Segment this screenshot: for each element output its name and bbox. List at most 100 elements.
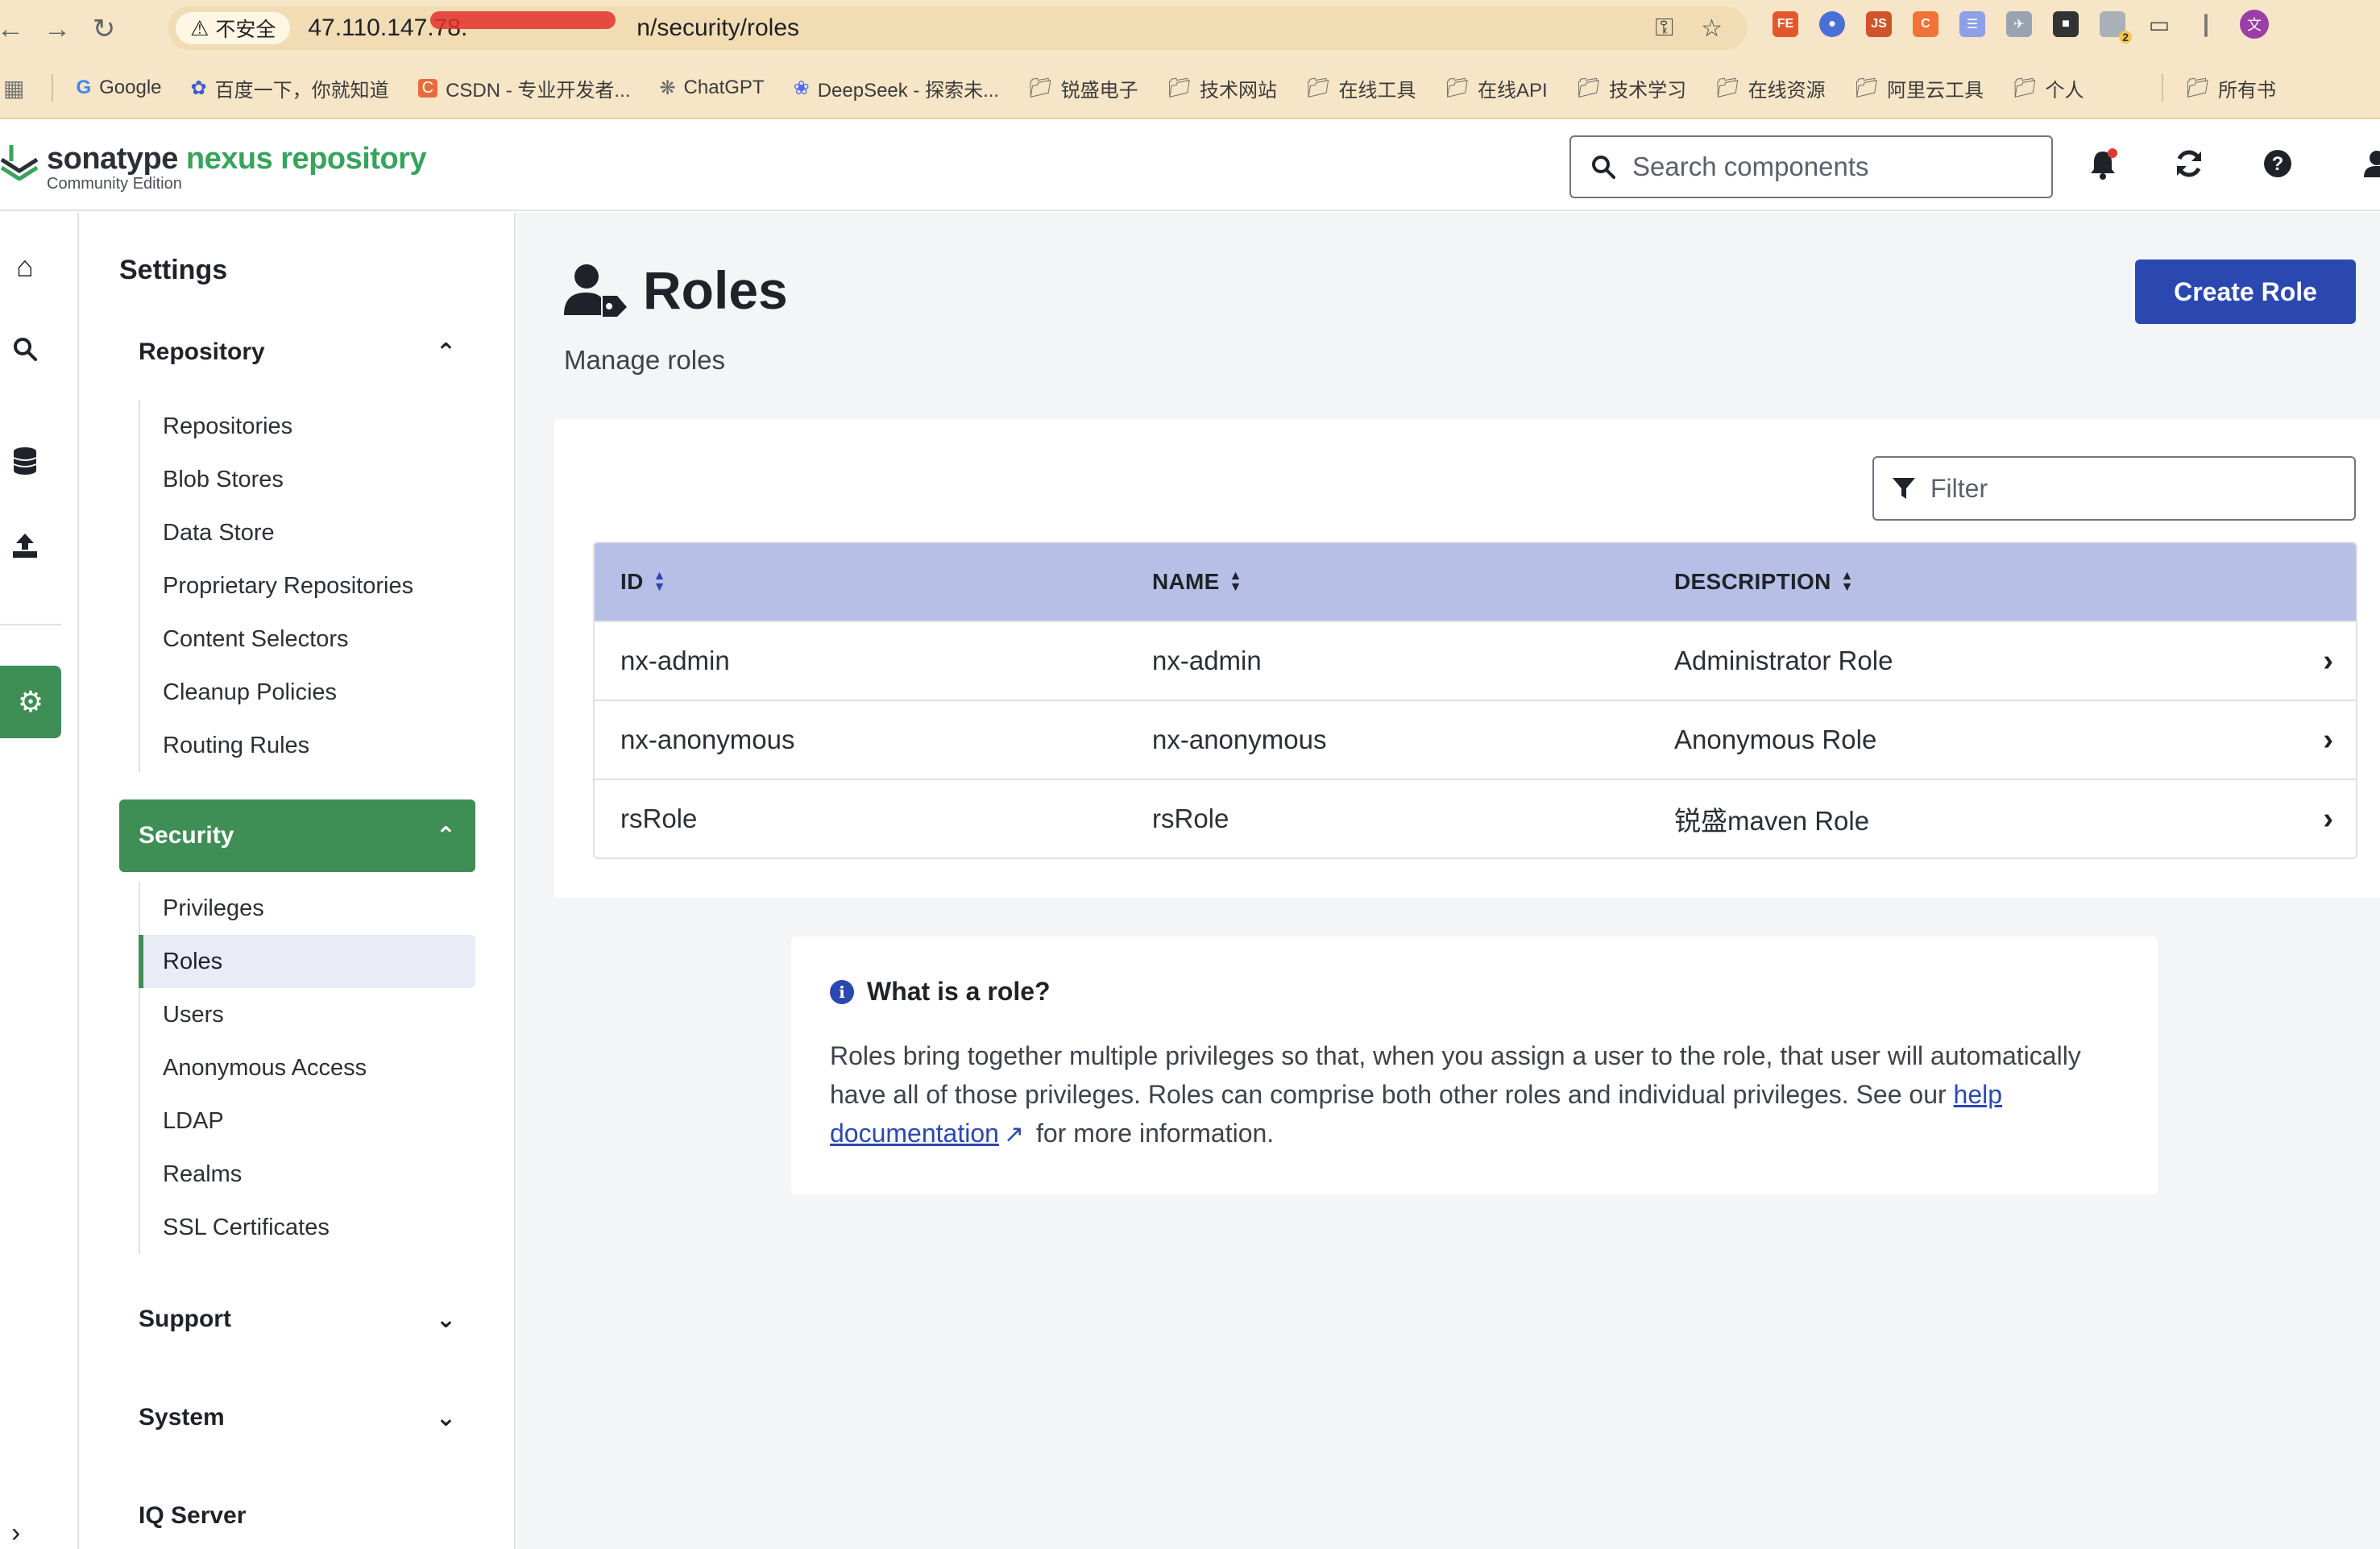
bookmark-label: Google [99,77,162,98]
bookmark-chatgpt[interactable]: ❋ ChatGPT [659,77,764,100]
chevron-up-icon: ⌃ [435,338,456,366]
create-role-button[interactable]: Create Role [2135,260,2356,324]
sidebar-item-data-store[interactable]: Data Store [140,506,477,559]
bookmark-csdn[interactable]: C CSDN - 专业开发者... [417,74,630,102]
sidebar-item-users[interactable]: Users [140,988,477,1041]
support-group-label: Support [139,1306,231,1332]
chevron-right-icon[interactable]: › [2323,644,2333,679]
home-icon[interactable]: ⌂ [0,250,50,284]
column-label: ID [620,569,644,594]
js-extension-icon[interactable]: JS [1866,11,1892,37]
table-row[interactable]: rsRole rsRole 锐盛maven Role › [595,779,2356,858]
sidebar-item-ldap[interactable]: LDAP [140,1094,477,1148]
folder-icon: 📁︎ [2013,77,2038,99]
cell-id: rsRole [620,804,698,833]
address-bar-actions: ⚿ ☆ [1655,6,1723,50]
expand-rail-icon[interactable]: › [11,1518,20,1549]
bookmark-folder[interactable]: 📁︎ 个人 [2013,74,2084,102]
google-icon: G [76,77,92,98]
settings-gear-icon[interactable]: ⚙ [0,666,61,738]
security-chip-label: 不安全 [215,19,276,41]
apps-grid-icon[interactable]: ▦ [3,75,24,102]
bookmark-folder[interactable]: 📁︎ 阿里云工具 [1855,74,1984,102]
notifications-bell-icon[interactable] [2088,148,2117,189]
fe-extension-icon[interactable]: FE [1773,11,1798,37]
chevron-right-icon[interactable]: › [2323,723,2333,758]
csdn-icon: C [417,78,438,98]
robot-extension-icon[interactable]: ■ [2053,11,2079,37]
key-icon[interactable]: ⚿ [1655,15,1673,42]
sidebar-item-realms[interactable]: Realms [140,1148,477,1201]
reload-icon: ↻ [92,14,116,44]
sidebar-item-blob-stores[interactable]: Blob Stores [140,453,477,506]
bookmark-google[interactable]: G Google [76,77,161,99]
address-bar[interactable]: ⚠ 不安全 47.110.147.78. n/security/roles ⚿ ☆ [168,6,1747,50]
upload-icon[interactable] [0,532,50,567]
sidebar-item-proprietary-repositories[interactable]: Proprietary Repositories [140,559,477,613]
column-label: DESCRIPTION [1674,569,1831,594]
url-tail: n/security/roles [636,15,800,41]
back-button[interactable]: ← [0,5,34,53]
search-components-input[interactable]: Search components [1569,135,2053,198]
sidebar-item-repositories[interactable]: Repositories [140,400,477,453]
sidebar-item-anonymous-access[interactable]: Anonymous Access [140,1041,477,1094]
profile-avatar[interactable]: 文 [2240,10,2269,39]
rail-divider [0,624,61,625]
info-body-tail: for more information. [1029,1119,1275,1148]
puzzle-icon[interactable]: ▭ [2146,11,2172,37]
profile-initial: 文 [2247,17,2262,33]
plane-extension-icon[interactable]: ✈ [2006,11,2032,37]
security-group-toggle[interactable]: Security ⌃ [119,799,475,872]
bookmark-label: 阿里云工具 [1887,79,1984,102]
sidebar-item-roles[interactable]: Roles [139,935,475,988]
bookmark-label: 所有书 [2218,79,2277,102]
layers-extension-icon[interactable]: ☰ [1959,11,1985,37]
table-row[interactable]: nx-admin nx-admin Administrator Role › [595,621,2356,700]
sidebar-item-cleanup-policies[interactable]: Cleanup Policies [140,666,477,719]
bookmark-folder[interactable]: 📁︎ 在线资源 [1715,74,1825,102]
refresh-icon[interactable] [2174,148,2204,187]
bookmark-deepseek[interactable]: ❀ DeepSeek - 探索未... [794,74,1000,102]
settings-sidebar: Settings Repository ⌃ Repositories Blob … [81,213,516,1549]
browse-search-icon[interactable] [0,335,50,369]
globe-extension-icon[interactable]: ● [1819,11,1845,37]
sidebar-item-routing-rules[interactable]: Routing Rules [140,719,477,772]
help-icon[interactable]: ? [2262,148,2293,187]
iq-server-item[interactable]: IQ Server [119,1480,475,1549]
badge-extension-icon[interactable]: 2 [2100,11,2132,44]
c-extension-icon[interactable]: C [1913,11,1938,37]
bookmark-folder[interactable]: 📁︎ 在线工具 [1306,74,1416,102]
table-row[interactable]: nx-anonymous nx-anonymous Anonymous Role… [595,700,2356,779]
cell-name: rsRole [1152,804,1229,833]
bookmark-folder[interactable]: 📁︎ 在线API [1445,74,1548,102]
user-icon[interactable] [2361,148,2380,187]
star-icon[interactable]: ☆ [1701,15,1723,43]
bookmark-label: 在线API [1477,79,1548,102]
folder-icon: 📁︎ [1576,77,1602,99]
support-group-toggle[interactable]: Support ⌄ [119,1283,475,1356]
roles-user-tag-icon [564,264,627,317]
chevron-right-icon[interactable]: › [2323,802,2333,837]
sonatype-logo[interactable]: sonatype nexus repository Community Edit… [0,142,427,193]
bookmark-baidu[interactable]: ✿ 百度一下，你就知道 [191,74,389,102]
sidebar-item-ssl-certificates[interactable]: SSL Certificates [140,1201,477,1254]
bookmark-all[interactable]: 📁︎ 所有书 [2186,74,2276,102]
reload-button[interactable]: ↻ [81,5,127,53]
redaction-mark [430,11,616,29]
sidebar-item-content-selectors[interactable]: Content Selectors [140,613,477,666]
system-group-toggle[interactable]: System ⌄ [119,1381,475,1454]
chevron-down-icon: ⌄ [435,1404,456,1431]
repository-group-toggle[interactable]: Repository ⌃ [119,316,475,388]
sidebar-item-privileges[interactable]: Privileges [140,882,477,935]
folder-icon: 📁︎ [1445,77,1470,99]
filter-input[interactable]: Filter [1872,456,2356,521]
security-chip[interactable]: ⚠ 不安全 [176,12,291,44]
bookmark-folder[interactable]: 📁︎ 技术学习 [1577,74,1686,102]
bookmark-folder[interactable]: 📁︎ 技术网站 [1167,74,1277,102]
database-icon[interactable] [0,446,50,483]
column-header-id[interactable]: ID ▲ ▼ [620,569,666,595]
forward-button[interactable]: → [34,5,81,53]
column-header-name[interactable]: NAME ▲ ▼ [1152,569,1242,595]
column-header-description[interactable]: DESCRIPTION ▲ ▼ [1674,569,1854,595]
bookmark-folder[interactable]: 📁︎ 锐盛电子 [1028,74,1138,102]
